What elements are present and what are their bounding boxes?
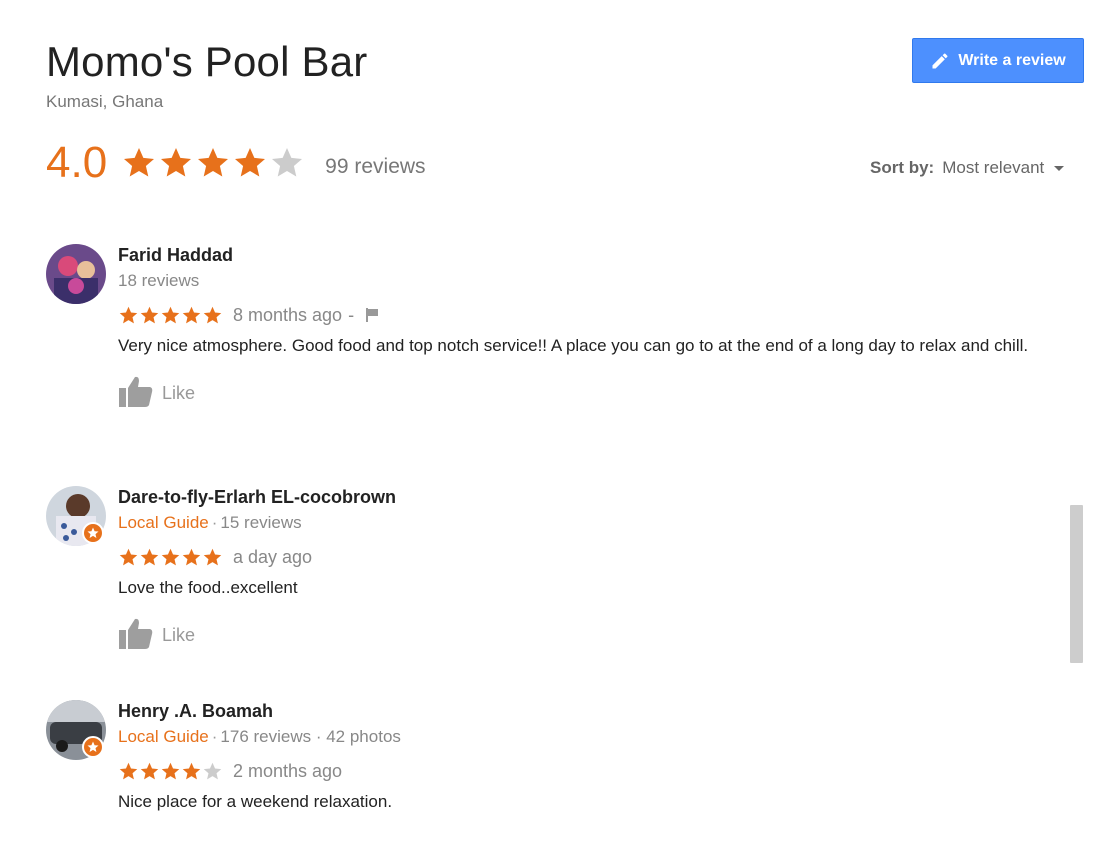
review-author[interactable]: Farid Haddad [118,244,1048,266]
star-filled-icon [182,762,201,779]
place-location: Kumasi, Ghana [46,92,164,111]
star-filled-icon [182,306,201,323]
pencil-icon [932,52,948,68]
local-guide-badge-icon [82,736,104,758]
review-author-stats: Local Guide · 15 reviews [118,513,302,532]
like-label: Like [162,382,196,403]
rating-stars [121,145,305,181]
thumbs-up-icon [119,618,153,649]
review-stars [118,305,223,326]
review-author-stats: Local Guide · 176 reviews · 42 photos [118,727,401,746]
star-filled-icon [140,548,159,565]
star-filled-icon [140,762,159,779]
star-filled-icon [161,306,180,323]
flag-icon[interactable] [364,307,380,323]
star-filled-icon [203,306,222,323]
star-filled-icon [161,548,180,565]
star-filled-icon [235,148,266,177]
review-text: Nice place for a weekend relaxation. [118,792,393,811]
like-label: Like [162,624,196,645]
star-filled-icon [182,548,201,565]
review-item: Henry .A. Boamah Local Guide · 176 reviews… [46,700,1056,830]
local-guide-label[interactable]: Local Guide [118,727,209,746]
author-review-count: 176 reviews · 42 photos [220,727,401,746]
sort-label: Sort by: [870,158,935,177]
separator: - [348,304,355,325]
like-button[interactable]: Like [118,375,1048,407]
review-author[interactable]: Henry .A. Boamah [118,700,1048,722]
review-time: 8 months ago [233,304,343,325]
review-count-link[interactable]: 99 reviews [325,155,425,179]
review-time: 2 months ago [233,760,343,781]
star-filled-icon [140,306,159,323]
star-empty-icon [272,148,303,177]
star-filled-icon [124,148,155,177]
star-empty-icon [203,762,222,779]
write-review-label: Write a review [958,51,1066,69]
review-item: Dare-to-fly-Erlarh EL-cocobrown Local Gu… [46,486,1056,676]
author-review-count: 18 reviews [118,271,200,290]
review-item: Farid Haddad 18 reviews 8 months ago - V… [46,244,1056,444]
overall-rating: 4.0 99 reviews [46,138,426,188]
local-guide-badge-icon [82,522,104,544]
author-review-count: 15 reviews [220,513,302,532]
review-author[interactable]: Dare-to-fly-Erlarh EL-cocobrown [118,486,1048,508]
review-author-stats: 18 reviews [118,270,1048,292]
thumbs-up-icon [119,376,153,407]
review-text: Love the food..excellent [118,578,298,597]
local-guide-label[interactable]: Local Guide [118,513,209,532]
scrollbar-thumb[interactable] [1070,505,1083,663]
place-title: Momo's Pool Bar [46,38,368,85]
review-stars [118,547,223,568]
avatar[interactable] [46,244,106,304]
star-filled-icon [198,148,229,177]
caret-down-icon [1054,165,1065,171]
star-filled-icon [161,762,180,779]
like-button[interactable]: Like [118,617,1048,649]
write-review-button[interactable]: Write a review [912,38,1084,83]
review-text: Very nice atmosphere. Good food and top … [118,336,1029,355]
rating-value: 4.0 [46,138,108,187]
place-header: Momo's Pool Bar Kumasi, Ghana [46,38,367,112]
star-filled-icon [161,148,192,177]
star-filled-icon [119,762,138,779]
star-filled-icon [119,306,138,323]
sort-dropdown[interactable]: Sort by: Most relevant [870,158,1065,178]
star-filled-icon [203,548,222,565]
review-stars [118,761,223,782]
star-filled-icon [119,548,138,565]
sort-value: Most relevant [942,158,1045,177]
review-time: a day ago [233,546,313,567]
